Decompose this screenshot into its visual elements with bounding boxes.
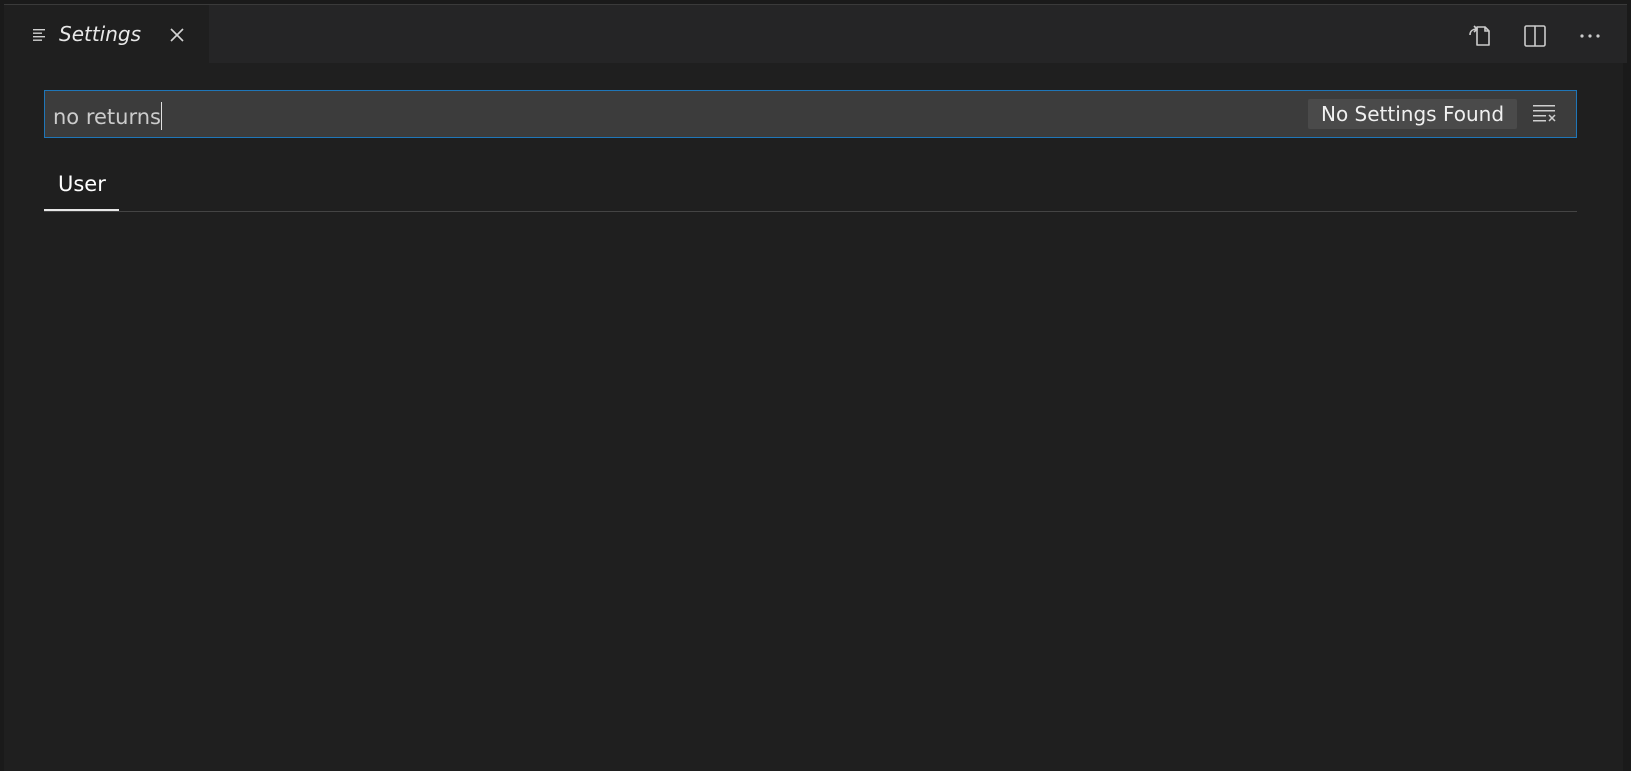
more-actions-icon[interactable] bbox=[1577, 23, 1603, 49]
results-count-badge: No Settings Found bbox=[1308, 99, 1518, 129]
tab-user-settings[interactable]: User bbox=[44, 163, 119, 211]
open-settings-json-icon[interactable] bbox=[1467, 23, 1493, 49]
tab-title: Settings bbox=[59, 22, 142, 46]
settings-list-icon bbox=[33, 29, 45, 41]
tab-settings[interactable]: Settings bbox=[4, 5, 209, 64]
settings-scope-tabs: User bbox=[44, 163, 1577, 212]
clear-filter-icon[interactable] bbox=[1533, 102, 1557, 126]
search-settings-input[interactable]: no returns No Settings Found bbox=[44, 90, 1577, 138]
scrollbar-gutter bbox=[1623, 63, 1627, 771]
scope-tab-label: User bbox=[58, 172, 106, 196]
editor-actions bbox=[1438, 23, 1603, 49]
text-caret bbox=[160, 102, 162, 130]
close-icon[interactable] bbox=[167, 25, 187, 45]
search-value[interactable]: no returns bbox=[53, 102, 162, 130]
split-editor-icon[interactable] bbox=[1522, 23, 1548, 49]
settings-editor: Settings no returns No Settings Found Us… bbox=[4, 4, 1627, 771]
tab-bar: Settings bbox=[4, 5, 1627, 64]
